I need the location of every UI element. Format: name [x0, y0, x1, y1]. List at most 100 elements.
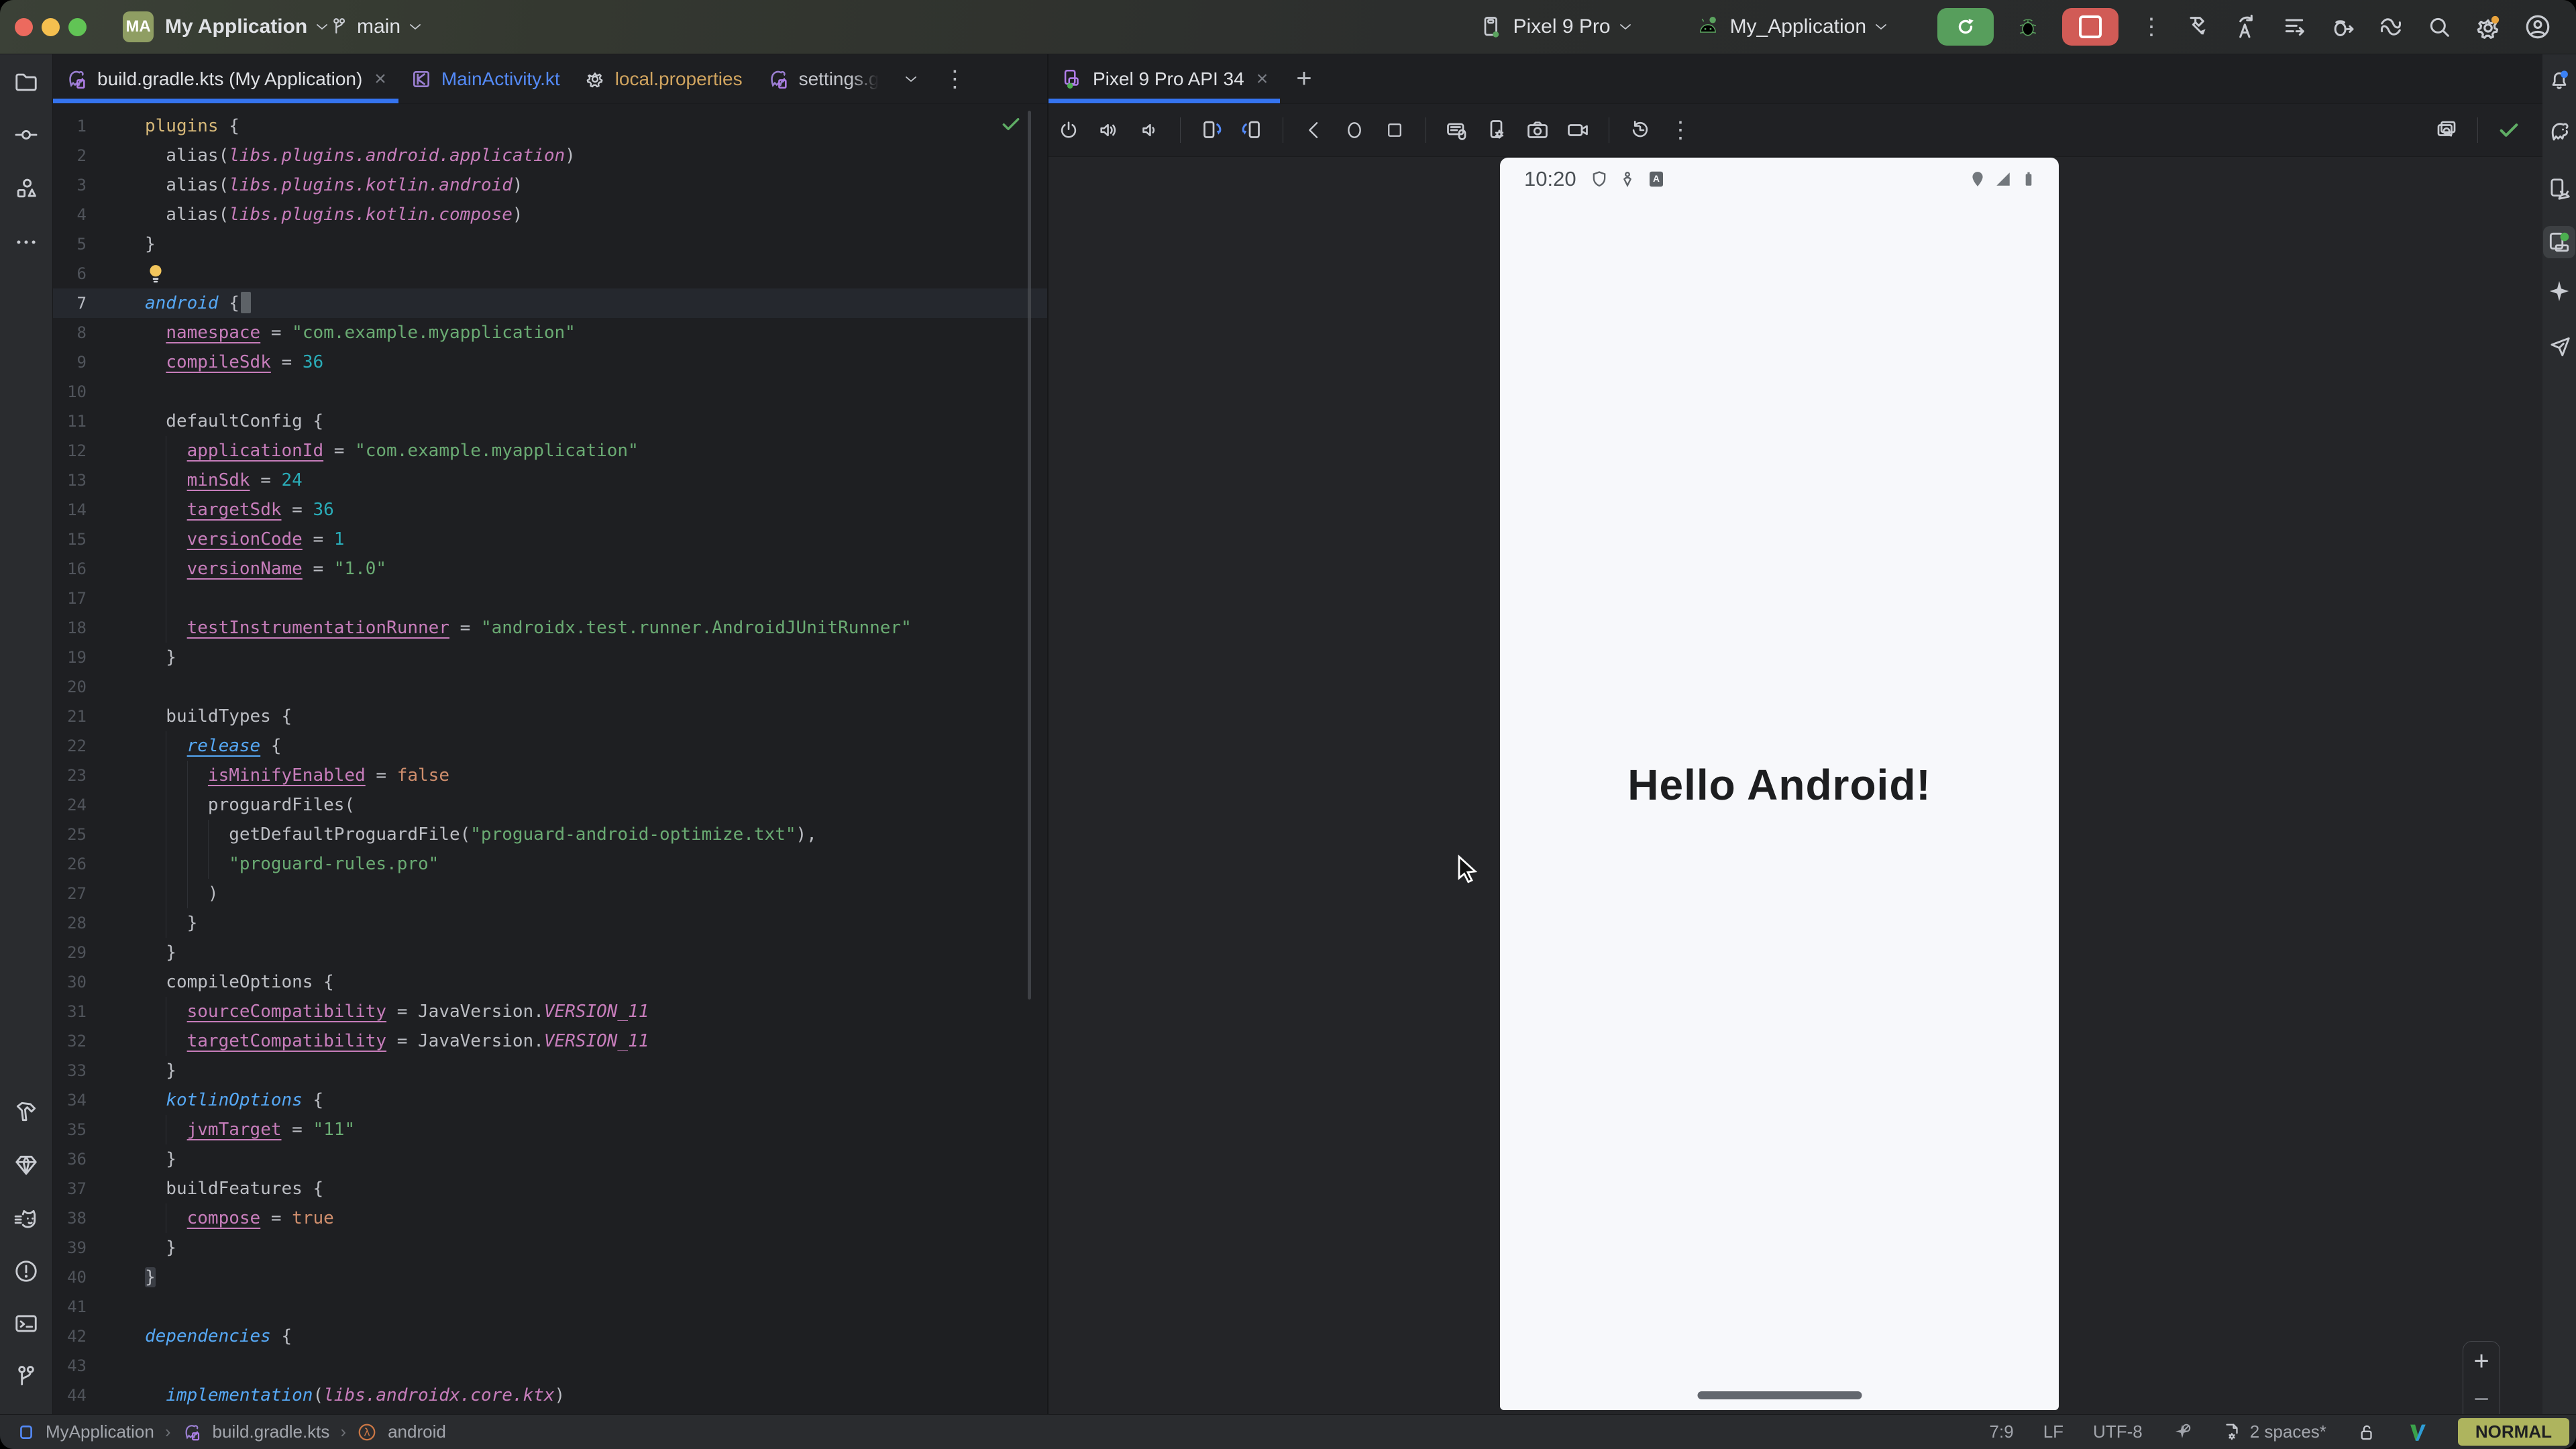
structure-tool-button[interactable] — [10, 172, 42, 205]
vim-mode-badge[interactable]: NORMAL — [2458, 1418, 2569, 1446]
gradle-file-icon — [767, 68, 790, 91]
overview-button[interactable] — [1375, 120, 1415, 140]
editor-scrollbar[interactable] — [1028, 111, 1031, 1000]
commit-icon — [13, 122, 39, 148]
screenshot-button[interactable] — [1517, 118, 1558, 142]
code-line: 37 buildFeatures { — [53, 1174, 1047, 1203]
properties-gear-icon — [584, 68, 606, 90]
rotate-right-button[interactable] — [1232, 118, 1272, 142]
apply-code-changes-icon[interactable] — [2233, 13, 2259, 40]
line-number: 22 — [53, 731, 87, 761]
unlock-icon[interactable] — [2356, 1422, 2376, 1442]
branch-selector[interactable]: main — [329, 0, 422, 54]
gradle-tool-button[interactable] — [2544, 117, 2574, 147]
build-tool-button[interactable] — [10, 1095, 42, 1128]
caret-position-widget[interactable]: 7:9 — [1990, 1421, 2014, 1442]
device-selector[interactable]: Pixel 9 Pro — [1479, 15, 1631, 39]
app-quality-insights-button[interactable] — [10, 1149, 42, 1181]
new-device-tab-button[interactable]: + — [1296, 64, 1311, 94]
device-manager-tool-button[interactable] — [2544, 174, 2574, 204]
tab-settings-gradle[interactable]: settings.g — [755, 54, 892, 103]
zoom-in-button[interactable]: + — [2473, 1348, 2489, 1375]
line-number: 44 — [53, 1381, 87, 1410]
tab-mainactivity[interactable]: MainActivity.kt — [398, 54, 572, 103]
hardware-input-button[interactable] — [1437, 118, 1477, 142]
gemini-disabled-icon[interactable] — [2172, 1422, 2192, 1442]
debug-button[interactable] — [2015, 14, 2041, 40]
macos-minimize-button[interactable] — [42, 18, 60, 36]
attach-debugger-icon[interactable] — [2329, 13, 2356, 40]
home-button[interactable] — [1334, 119, 1375, 141]
build-hammer-icon[interactable] — [2184, 13, 2211, 40]
emulator-more-menu[interactable]: ⋮ — [1660, 119, 1701, 142]
version-control-tool-button[interactable] — [10, 1360, 42, 1392]
tab-label: local.properties — [615, 68, 743, 90]
screenshot-inspect-button[interactable] — [2426, 118, 2467, 142]
breadcrumb-symbol[interactable]: android — [388, 1421, 446, 1442]
close-tab-icon[interactable]: × — [1256, 68, 1269, 91]
sync-gradle-icon[interactable] — [2377, 13, 2404, 40]
problems-tool-button[interactable] — [10, 1255, 42, 1287]
line-number: 33 — [53, 1056, 87, 1085]
tab-local-properties[interactable]: local.properties — [572, 54, 755, 103]
line-separator-widget[interactable]: LF — [2043, 1421, 2063, 1442]
signal-icon — [1994, 170, 2012, 188]
macos-fullscreen-button[interactable] — [68, 18, 87, 36]
breadcrumb-project[interactable]: MyApplication — [46, 1421, 154, 1442]
more-tool-windows-button[interactable] — [10, 226, 42, 258]
logcat-tool-button[interactable] — [10, 1203, 42, 1236]
auto-badge-icon: A — [1646, 169, 1666, 189]
indent-widget[interactable]: 2 spaces* — [2222, 1421, 2326, 1442]
code-line: 17 — [53, 584, 1047, 613]
running-devices-tool-button[interactable] — [2543, 226, 2575, 258]
screen-record-button[interactable] — [1558, 118, 1598, 142]
macos-close-button[interactable] — [15, 18, 33, 36]
code-line: 7android { — [53, 288, 1047, 318]
reset-button[interactable] — [1620, 119, 1660, 142]
tab-build-gradle[interactable]: build.gradle.kts (My Application) × — [53, 54, 398, 103]
intention-bulb-icon[interactable] — [147, 264, 164, 284]
commit-tool-button[interactable] — [10, 119, 42, 151]
settings-gear-icon[interactable] — [2474, 13, 2502, 41]
terminal-tool-button[interactable] — [10, 1307, 42, 1340]
breadcrumb-file[interactable]: build.gradle.kts — [213, 1421, 330, 1442]
tab-label: MainActivity.kt — [441, 68, 560, 90]
more-actions-menu[interactable]: ⋮ — [2140, 15, 2163, 38]
close-tab-icon[interactable]: × — [374, 68, 386, 91]
line-number: 17 — [53, 584, 87, 613]
run-configuration-selector[interactable]: My_Application — [1695, 14, 1888, 40]
stop-button[interactable] — [2062, 8, 2118, 46]
power-button[interactable] — [1049, 119, 1089, 142]
device-manager-lines-icon[interactable] — [2281, 13, 2308, 40]
project-selector[interactable]: My Application — [165, 0, 329, 54]
notifications-button[interactable] — [2544, 65, 2574, 95]
rerun-icon — [1954, 15, 1977, 38]
back-button[interactable] — [1294, 119, 1334, 141]
volume-down-button[interactable] — [1129, 119, 1169, 142]
code-editor[interactable]: 1plugins {2 alias(libs.plugins.android.a… — [53, 104, 1047, 1414]
emulator-screen[interactable]: 10:20 A Hello Android! — [1500, 158, 2059, 1410]
rotate-left-button[interactable] — [1191, 118, 1232, 142]
inspections-ok-icon[interactable] — [1000, 113, 1022, 135]
ideavim-icon[interactable] — [2406, 1421, 2428, 1444]
project-tool-button[interactable] — [10, 66, 42, 99]
releases-tool-button[interactable] — [2544, 332, 2574, 362]
code-line: 31 sourceCompatibility = JavaVersion.VER… — [53, 997, 1047, 1026]
profile-avatar-icon[interactable] — [2524, 13, 2552, 41]
code-line: 16 versionName = "1.0" — [53, 554, 1047, 584]
file-settings-icon — [2222, 1422, 2242, 1442]
search-icon[interactable] — [2426, 13, 2453, 40]
tab-list-dropdown-icon[interactable] — [904, 75, 918, 83]
line-number: 5 — [53, 229, 87, 259]
rerun-button[interactable] — [1937, 8, 1994, 46]
line-number: 24 — [53, 790, 87, 820]
device-settings-button[interactable] — [1477, 118, 1517, 142]
terminal-icon — [13, 1311, 39, 1336]
gemini-tool-button[interactable] — [2544, 276, 2574, 306]
gesture-navigation-bar[interactable] — [1697, 1391, 1862, 1399]
zoom-out-button[interactable]: − — [2473, 1386, 2489, 1413]
tab-pixel-9-pro[interactable]: Pixel 9 Pro API 34 × — [1049, 54, 1280, 103]
encoding-widget[interactable]: UTF-8 — [2093, 1421, 2143, 1442]
volume-up-button[interactable] — [1089, 119, 1129, 142]
tab-options-menu[interactable]: ⋮ — [943, 68, 966, 91]
